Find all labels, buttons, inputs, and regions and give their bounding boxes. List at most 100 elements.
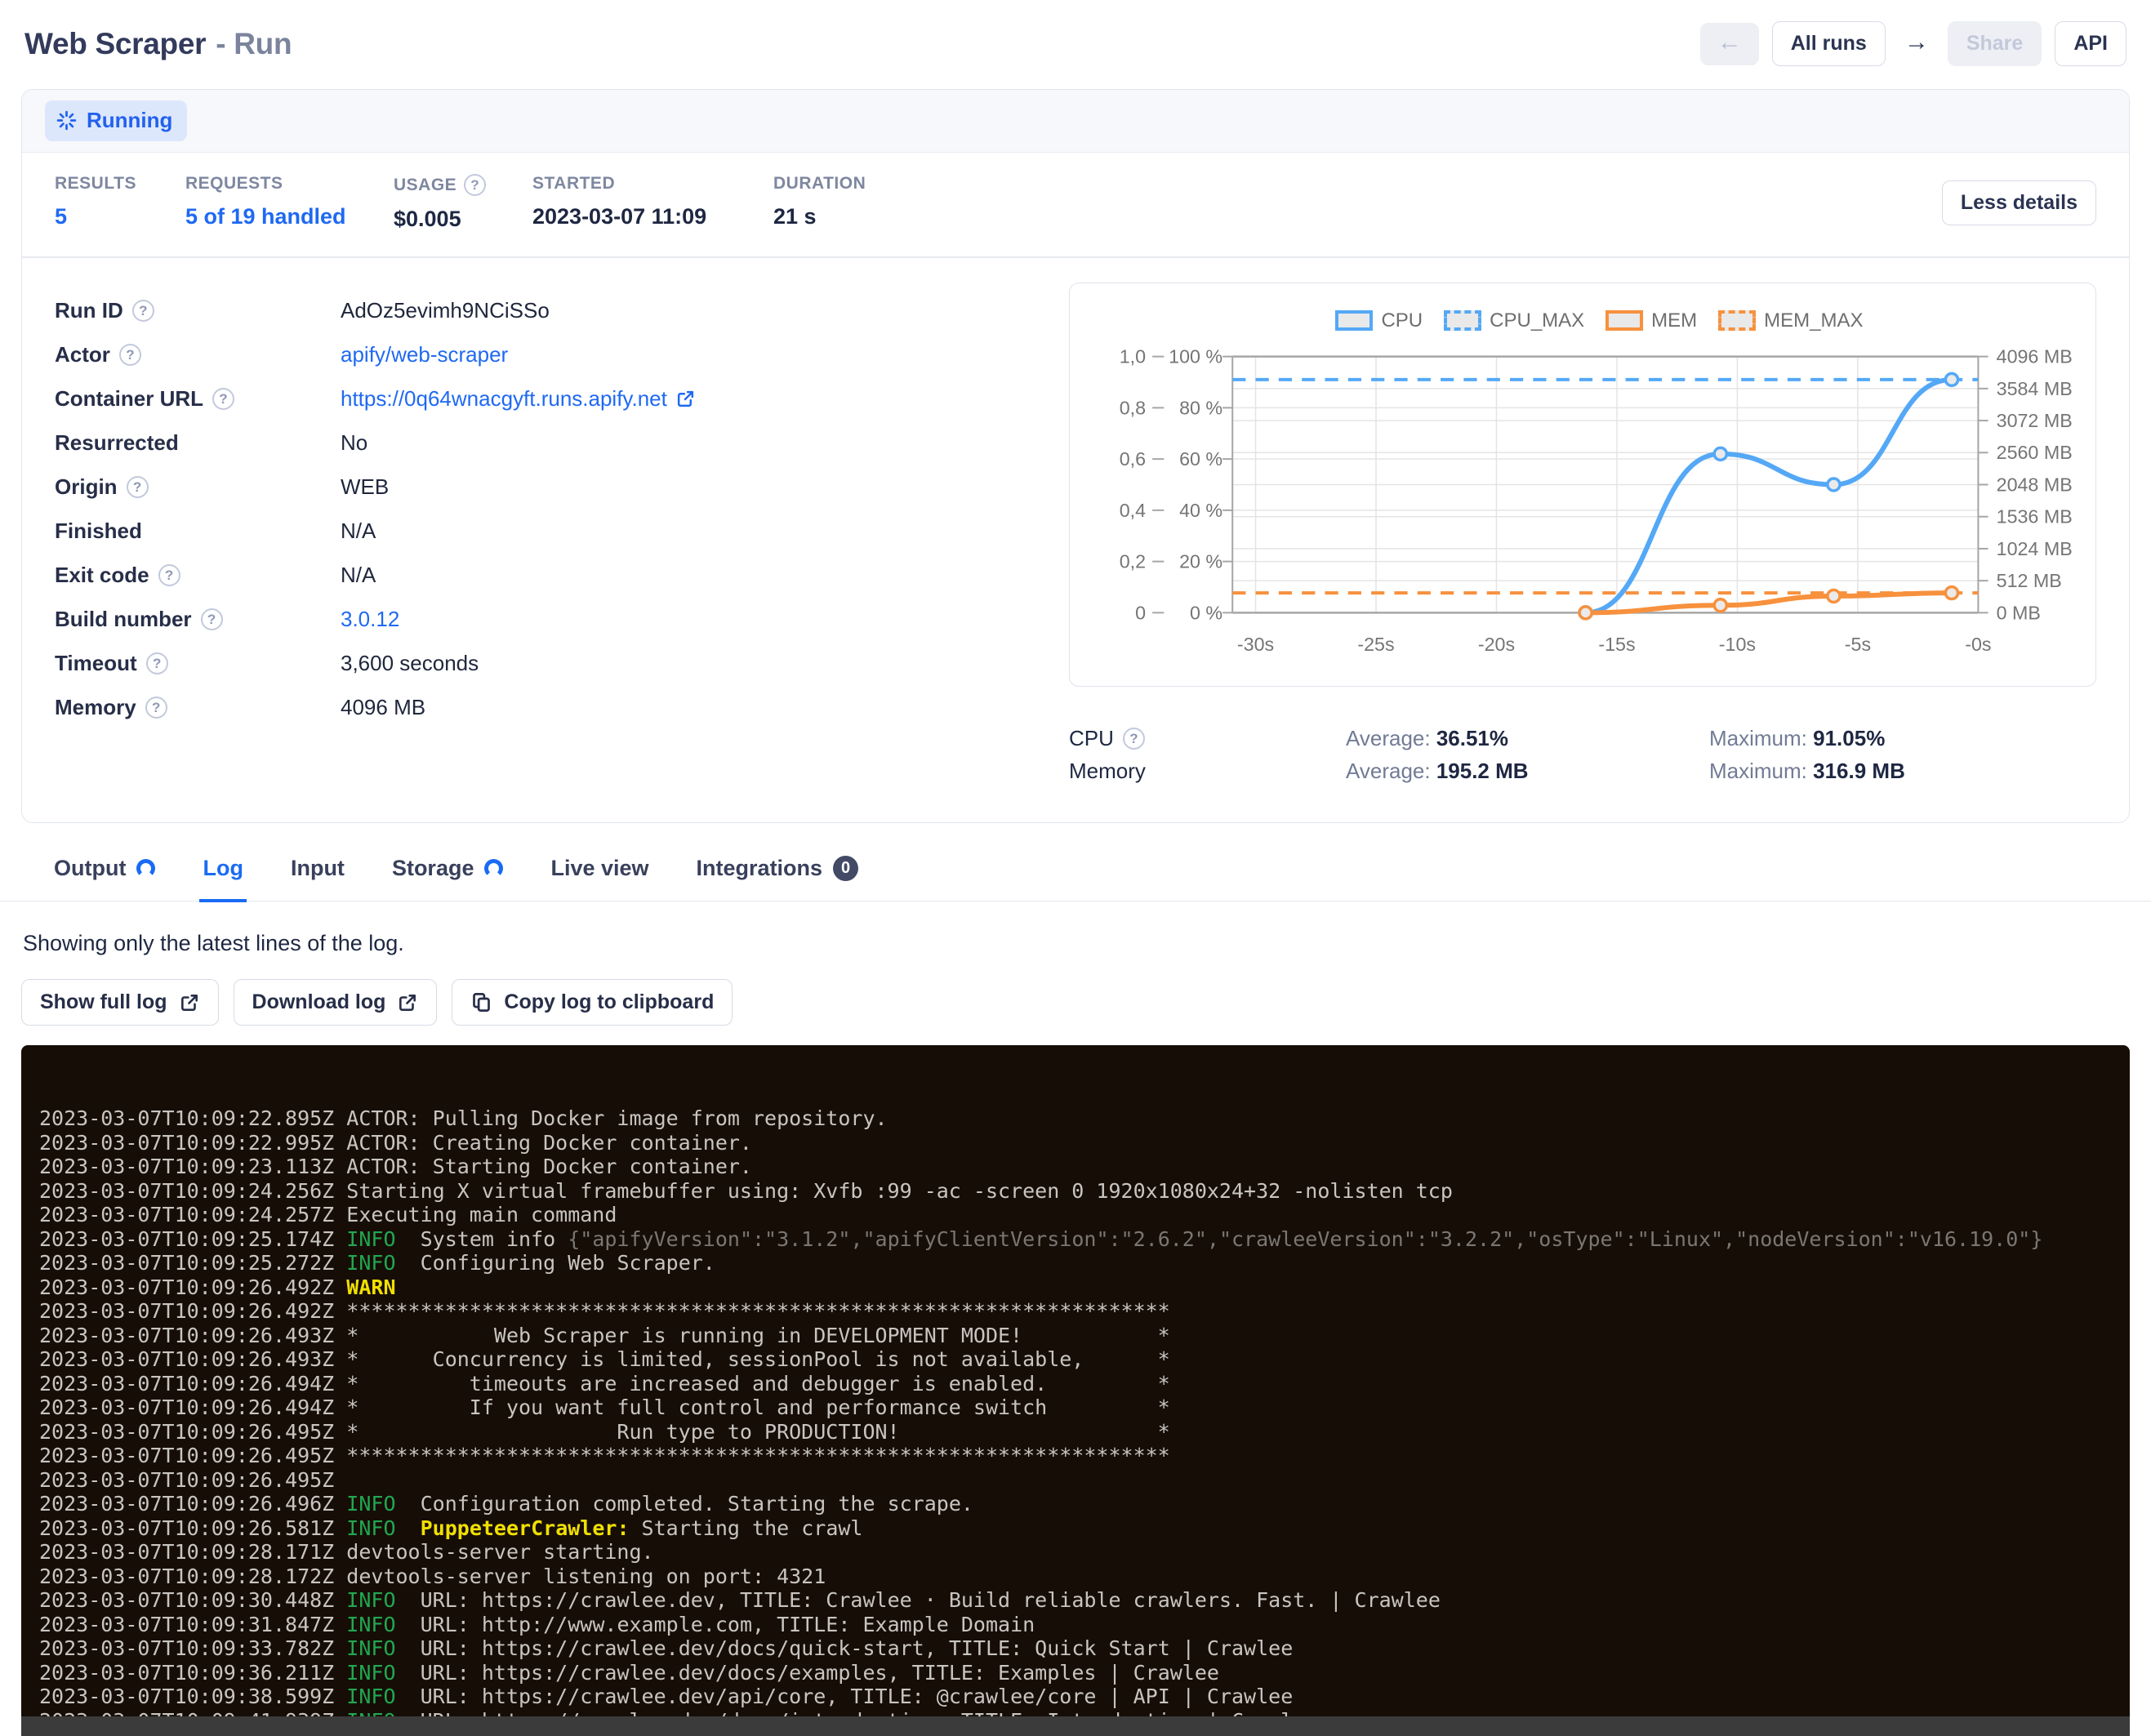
copy-log-button[interactable]: Copy log to clipboard (452, 979, 733, 1026)
metrics-column: CPUCPU_MAXMEMMEM_MAX 1,00,80,60,40,20100… (1069, 283, 2096, 788)
horizontal-scrollbar[interactable] (21, 1716, 2130, 1736)
stat-duration-value: 21 s (773, 204, 866, 229)
log-segment: INFO (346, 1251, 395, 1275)
detail-value[interactable]: https://0q64wnacgyft.runs.apify.net (341, 386, 696, 412)
integrations-count-badge: 0 (833, 856, 858, 881)
detail-row: Exit code?N/A (55, 554, 1069, 598)
help-icon[interactable]: ? (464, 174, 486, 196)
show-full-log-button[interactable]: Show full log (21, 979, 219, 1026)
log-timestamp: 2023-03-07T10:09:26.495Z (39, 1420, 334, 1444)
log-segment: System info (396, 1227, 568, 1251)
stat-results-value[interactable]: 5 (55, 204, 185, 229)
help-icon[interactable]: ? (212, 388, 234, 410)
log-timestamp: 2023-03-07T10:09:38.599Z (39, 1685, 334, 1708)
log-line: 2023-03-07T10:09:22.895Z ACTOR: Pulling … (39, 1106, 2130, 1131)
log-segment: * timeouts are increased and debugger is… (334, 1372, 1170, 1395)
legend-item-cpu[interactable]: CPU (1335, 309, 1423, 332)
log-segment: PuppeteerCrawler: (421, 1516, 630, 1540)
detail-value-text: N/A (341, 519, 376, 544)
detail-label-text: Timeout (55, 651, 137, 676)
run-details-list: Run ID?AdOz5evimh9NCiSSoActor?apify/web-… (55, 283, 1069, 788)
status-badge: Running (45, 100, 187, 141)
page-subtitle: - Run (216, 27, 292, 60)
log-segment: * Web Scraper is running in DEVELOPMENT … (334, 1324, 1170, 1347)
detail-value[interactable]: 3.0.12 (341, 607, 399, 632)
stats-row: RESULTS 5 REQUESTS 5 of 19 handled USAGE… (22, 153, 2129, 256)
stat-requests-value[interactable]: 5 of 19 handled (185, 204, 394, 229)
stat-started-label: STARTED (532, 174, 773, 194)
log-timestamp: 2023-03-07T10:09:26.493Z (39, 1324, 334, 1347)
log-line: 2023-03-07T10:09:26.495Z ***************… (39, 1444, 2130, 1468)
detail-label-text: Resurrected (55, 430, 179, 456)
detail-value[interactable]: apify/web-scraper (341, 342, 508, 367)
running-spinner-icon (56, 110, 77, 131)
api-button[interactable]: API (2055, 21, 2127, 66)
help-icon[interactable]: ? (201, 608, 223, 630)
tab-storage[interactable]: Storage (389, 844, 507, 902)
help-icon[interactable]: ? (146, 652, 168, 674)
log-timestamp: 2023-03-07T10:09:28.172Z (39, 1565, 334, 1588)
detail-label: Actor? (55, 342, 341, 367)
legend-item-cpu_max[interactable]: CPU_MAX (1444, 309, 1584, 332)
less-details-button[interactable]: Less details (1942, 180, 2096, 225)
card-body: Run ID?AdOz5evimh9NCiSSoActor?apify/web-… (22, 258, 2129, 822)
detail-row: FinishedN/A (55, 510, 1069, 554)
tab-integrations[interactable]: Integrations 0 (693, 844, 862, 902)
legend-item-mem[interactable]: MEM (1605, 309, 1697, 332)
previous-run-button[interactable]: ← (1700, 23, 1759, 65)
help-icon[interactable]: ? (119, 344, 141, 366)
detail-value: 3,600 seconds (341, 651, 479, 676)
log-segment: ACTOR: Pulling Docker image from reposit… (334, 1106, 887, 1130)
log-segment: ****************************************… (334, 1444, 1170, 1467)
detail-label: Memory? (55, 695, 341, 720)
log-terminal[interactable]: 2023-03-07T10:09:22.895Z ACTOR: Pulling … (21, 1045, 2130, 1736)
detail-value: AdOz5evimh9NCiSSo (341, 298, 550, 323)
log-segment (334, 1661, 346, 1685)
memory-summary-label: Memory (1069, 759, 1346, 784)
tab-label: Output (54, 856, 126, 881)
log-line: 2023-03-07T10:09:38.599Z INFO URL: https… (39, 1685, 2130, 1709)
help-icon[interactable]: ? (158, 564, 180, 586)
log-timestamp: 2023-03-07T10:09:26.495Z (39, 1444, 334, 1467)
stat-started: STARTED 2023-03-07 11:09 (532, 174, 773, 229)
share-button[interactable]: Share (1948, 21, 2042, 66)
detail-label-text: Origin (55, 474, 118, 500)
svg-text:3584 MB: 3584 MB (1997, 377, 2073, 398)
download-log-button[interactable]: Download log (234, 979, 438, 1026)
log-line: 2023-03-07T10:09:31.847Z INFO URL: http:… (39, 1613, 2130, 1637)
log-timestamp: 2023-03-07T10:09:30.448Z (39, 1588, 334, 1612)
tab-log[interactable]: Log (199, 844, 246, 902)
tab-input[interactable]: Input (287, 844, 348, 902)
svg-text:60 %: 60 % (1179, 448, 1222, 470)
detail-value-text: 4096 MB (341, 695, 425, 720)
loading-spinner-icon (136, 859, 155, 878)
arrow-left-icon: ← (1717, 29, 1742, 56)
tab-live-view[interactable]: Live view (547, 844, 652, 902)
stat-duration: DURATION 21 s (773, 174, 866, 229)
help-icon[interactable]: ? (132, 300, 154, 322)
tab-output[interactable]: Output (51, 844, 158, 902)
log-line: 2023-03-07T10:09:26.495Z (39, 1468, 2130, 1493)
log-segment: URL: https://crawlee.dev/docs/quick-star… (396, 1636, 1294, 1660)
log-line: 2023-03-07T10:09:26.493Z * Web Scraper i… (39, 1324, 2130, 1348)
svg-text:-30s: -30s (1237, 634, 1274, 655)
legend-swatch (1335, 310, 1373, 331)
help-icon[interactable]: ? (127, 476, 149, 498)
help-icon[interactable]: ? (145, 697, 167, 719)
run-detail-page: Web Scraper- Run ← All runs → Share API … (0, 0, 2151, 1736)
all-runs-button[interactable]: All runs (1772, 21, 1886, 66)
detail-value-text: N/A (341, 563, 376, 588)
page-title: Web Scraper- Run (24, 27, 292, 61)
legend-swatch (1444, 310, 1481, 331)
tab-label: Integrations (697, 856, 823, 881)
svg-text:-15s: -15s (1598, 634, 1635, 655)
log-line: 2023-03-07T10:09:22.995Z ACTOR: Creating… (39, 1131, 2130, 1155)
svg-text:0,4: 0,4 (1120, 500, 1146, 521)
svg-text:-20s: -20s (1478, 634, 1515, 655)
help-icon[interactable]: ? (1123, 728, 1145, 750)
next-run-button[interactable]: → (1899, 23, 1935, 65)
legend-label: CPU_MAX (1490, 309, 1584, 332)
arrow-right-icon: → (1904, 29, 1929, 56)
log-segment (334, 1251, 346, 1275)
legend-item-mem_max[interactable]: MEM_MAX (1718, 309, 1863, 332)
